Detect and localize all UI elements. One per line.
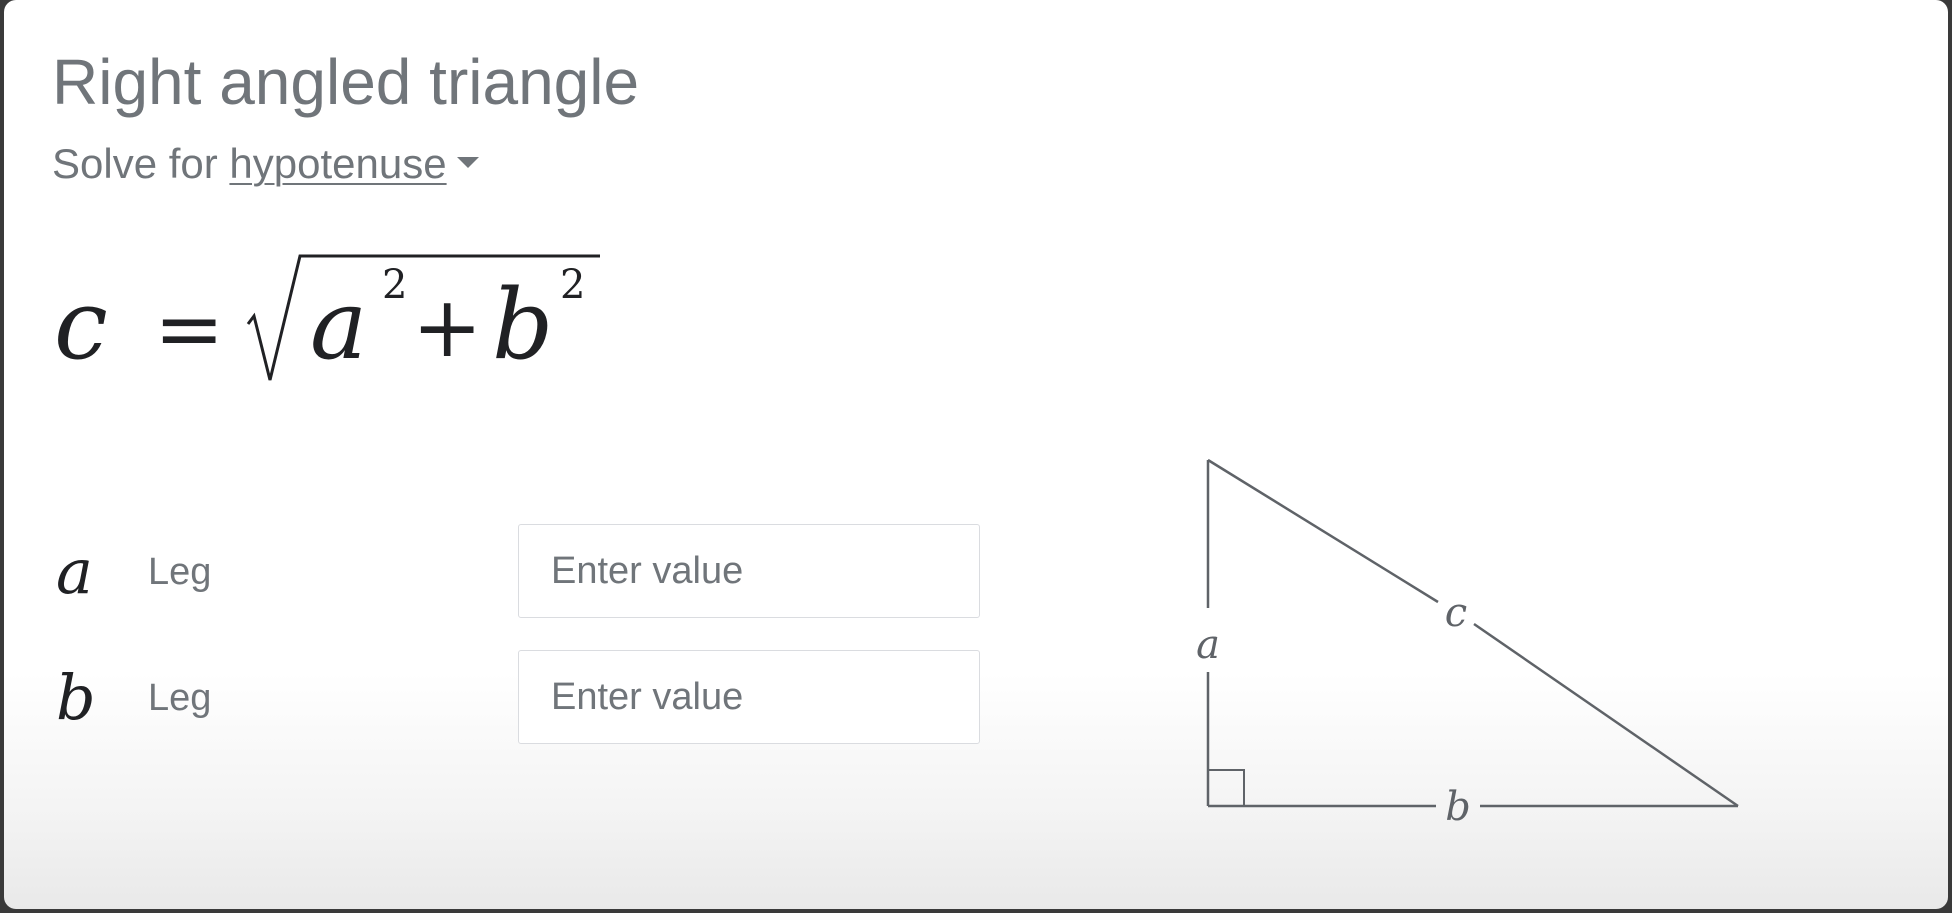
caret-down-icon[interactable]: [456, 157, 479, 169]
side-c-line-top: [1207, 458, 1439, 604]
side-b-label: b: [1445, 784, 1471, 830]
formula-plus: +: [412, 278, 482, 376]
leg-b-input[interactable]: [518, 650, 980, 744]
side-c-line-bottom: [1473, 622, 1739, 808]
solve-for-label: Solve for: [52, 140, 218, 187]
side-c-label: c: [1445, 590, 1467, 636]
solve-for-selector: Solve for hypotenuse: [52, 138, 479, 190]
formula-term-b: b: [492, 269, 553, 381]
variable-label-b: Leg: [148, 677, 212, 719]
leg-a-input[interactable]: [518, 524, 980, 618]
right-angle-marker-icon: [1208, 769, 1245, 806]
formula-term-a: a: [310, 269, 367, 381]
formula-exponent-b: 2: [560, 262, 585, 308]
calculator-title: Right angled triangle: [52, 46, 640, 118]
variable-symbol-b: b: [56, 661, 96, 734]
variable-row-b: b Leg: [52, 650, 1012, 746]
triangle-calculator-card: Right angled triangle Solve for hypotenu…: [4, 0, 1948, 909]
variable-label-a: Leg: [148, 551, 212, 593]
variable-row-a: a Leg: [52, 524, 1012, 620]
variable-symbol-a: a: [56, 535, 93, 608]
formula-exponent-a: 2: [382, 262, 407, 308]
solve-target-dropdown[interactable]: hypotenuse: [229, 140, 446, 187]
formula-equals: =: [154, 280, 224, 378]
triangle-diagram: a b c: [1196, 458, 1739, 830]
formula-lhs: c: [54, 269, 108, 381]
formula: c = a 2 + b 2: [54, 254, 600, 381]
side-a-label: a: [1196, 622, 1220, 668]
